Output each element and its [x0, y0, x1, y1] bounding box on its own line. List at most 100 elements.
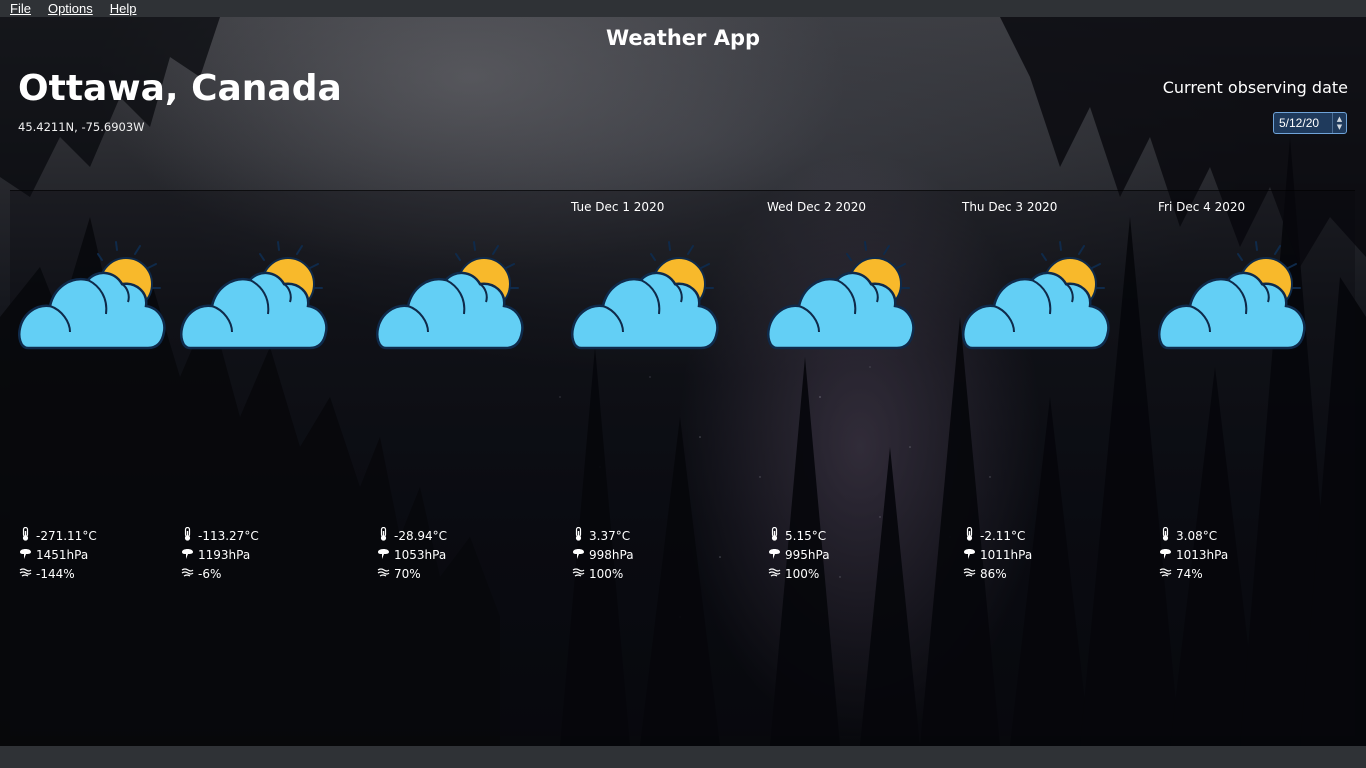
menu-bar: File Options Help	[0, 0, 1366, 17]
pressure-value: 1053hPa	[394, 547, 447, 562]
observing-date-field[interactable]: 5/12/20 ▲ ▼	[1273, 112, 1347, 134]
stat-row: 74%	[1158, 564, 1228, 583]
partly-cloudy-icon	[962, 236, 1112, 356]
stat-row: 100%	[571, 564, 634, 583]
humidity-icon	[767, 565, 785, 582]
stat-row: 1193hPa	[180, 545, 259, 564]
temperature-value: -113.27°C	[198, 528, 259, 543]
stat-row: 1053hPa	[376, 545, 447, 564]
day-card: -28.94°C 1053hPa 70%	[376, 190, 566, 590]
day-stats: 3.08°C 1013hPa 74%	[1158, 526, 1228, 583]
stat-row: 70%	[376, 564, 447, 583]
menu-help[interactable]: Help	[100, 1, 144, 16]
pressure-value: 998hPa	[589, 547, 634, 562]
humidity-icon	[1158, 565, 1176, 582]
partly-cloudy-icon	[1158, 236, 1308, 356]
pressure-icon	[18, 546, 36, 563]
stat-row: -271.11°C	[18, 526, 97, 545]
humidity-value: 74%	[1176, 566, 1203, 581]
partly-cloudy-icon	[376, 236, 526, 356]
stat-row: 995hPa	[767, 545, 830, 564]
day-date: Fri Dec 4 2020	[1158, 200, 1246, 214]
temperature-value: 5.15°C	[785, 528, 827, 543]
city-name: Ottawa, Canada	[18, 68, 342, 109]
humidity-value: 86%	[980, 566, 1007, 581]
pressure-icon	[1158, 546, 1176, 563]
date-spinner[interactable]: ▲ ▼	[1332, 113, 1346, 133]
stat-row: 1013hPa	[1158, 545, 1228, 564]
stat-row: 3.08°C	[1158, 526, 1228, 545]
humidity-value: 70%	[394, 566, 421, 581]
pressure-icon	[767, 546, 785, 563]
humidity-value: 100%	[785, 566, 820, 581]
pressure-icon	[180, 546, 198, 563]
humidity-icon	[180, 565, 198, 582]
pressure-value: 1451hPa	[36, 547, 89, 562]
humidity-icon	[962, 565, 980, 582]
thermometer-icon	[571, 527, 589, 544]
day-card: Fri Dec 4 2020 3.08°C 1013hPa 74%	[1158, 190, 1348, 590]
day-date: Wed Dec 2 2020	[767, 200, 866, 214]
partly-cloudy-icon	[18, 236, 168, 356]
temperature-value: -2.11°C	[980, 528, 1026, 543]
observing-date-label: Current observing date	[1162, 78, 1348, 97]
stat-row: 3.37°C	[571, 526, 634, 545]
temperature-value: 3.37°C	[589, 528, 631, 543]
menu-options[interactable]: Options	[38, 1, 100, 16]
temperature-value: -28.94°C	[394, 528, 448, 543]
day-card: -113.27°C 1193hPa -6%	[180, 190, 370, 590]
day-stats: 5.15°C 995hPa 100%	[767, 526, 830, 583]
day-stats: -113.27°C 1193hPa -6%	[180, 526, 259, 583]
spin-up-icon[interactable]: ▲	[1337, 115, 1342, 123]
pressure-icon	[571, 546, 589, 563]
humidity-icon	[376, 565, 394, 582]
app-title: Weather App	[605, 26, 761, 50]
pressure-value: 1193hPa	[198, 547, 251, 562]
temperature-value: -271.11°C	[36, 528, 97, 543]
day-stats: -271.11°C 1451hPa -144%	[18, 526, 97, 583]
partly-cloudy-icon	[571, 236, 721, 356]
stat-row: -2.11°C	[962, 526, 1032, 545]
stat-row: -28.94°C	[376, 526, 447, 545]
day-stats: 3.37°C 998hPa 100%	[571, 526, 634, 583]
stat-row: 1451hPa	[18, 545, 97, 564]
pressure-value: 1011hPa	[980, 547, 1033, 562]
partly-cloudy-icon	[180, 236, 330, 356]
partly-cloudy-icon	[767, 236, 917, 356]
day-stats: -2.11°C 1011hPa 86%	[962, 526, 1032, 583]
day-card: Thu Dec 3 2020 -2.11°C 1011hPa 86%	[962, 190, 1152, 590]
humidity-value: -6%	[198, 566, 222, 581]
thermometer-icon	[1158, 527, 1176, 544]
day-date: Tue Dec 1 2020	[571, 200, 665, 214]
spin-down-icon[interactable]: ▼	[1337, 123, 1342, 131]
stat-row: 998hPa	[571, 545, 634, 564]
day-date: Thu Dec 3 2020	[962, 200, 1058, 214]
stat-row: 5.15°C	[767, 526, 830, 545]
humidity-icon	[18, 565, 36, 582]
day-stats: -28.94°C 1053hPa 70%	[376, 526, 447, 583]
status-bar	[0, 746, 1366, 768]
thermometer-icon	[767, 527, 785, 544]
stat-row: 86%	[962, 564, 1032, 583]
observing-date-value[interactable]: 5/12/20	[1274, 116, 1332, 130]
coordinates: 45.4211N, -75.6903W	[18, 120, 145, 134]
thermometer-icon	[376, 527, 394, 544]
thermometer-icon	[962, 527, 980, 544]
stat-row: 1011hPa	[962, 545, 1032, 564]
day-card: Tue Dec 1 2020 3.37°C 998hPa 100%	[571, 190, 761, 590]
humidity-value: 100%	[589, 566, 624, 581]
stat-row: -6%	[180, 564, 259, 583]
day-card: Wed Dec 2 2020 5.15°C 995hPa 100%	[767, 190, 957, 590]
humidity-value: -144%	[36, 566, 75, 581]
pressure-value: 1013hPa	[1176, 547, 1229, 562]
stat-row: -144%	[18, 564, 97, 583]
stat-row: -113.27°C	[180, 526, 259, 545]
pressure-icon	[376, 546, 394, 563]
menu-file[interactable]: File	[0, 1, 38, 16]
temperature-value: 3.08°C	[1176, 528, 1218, 543]
pressure-icon	[962, 546, 980, 563]
pressure-value: 995hPa	[785, 547, 830, 562]
humidity-icon	[571, 565, 589, 582]
thermometer-icon	[18, 527, 36, 544]
stat-row: 100%	[767, 564, 830, 583]
